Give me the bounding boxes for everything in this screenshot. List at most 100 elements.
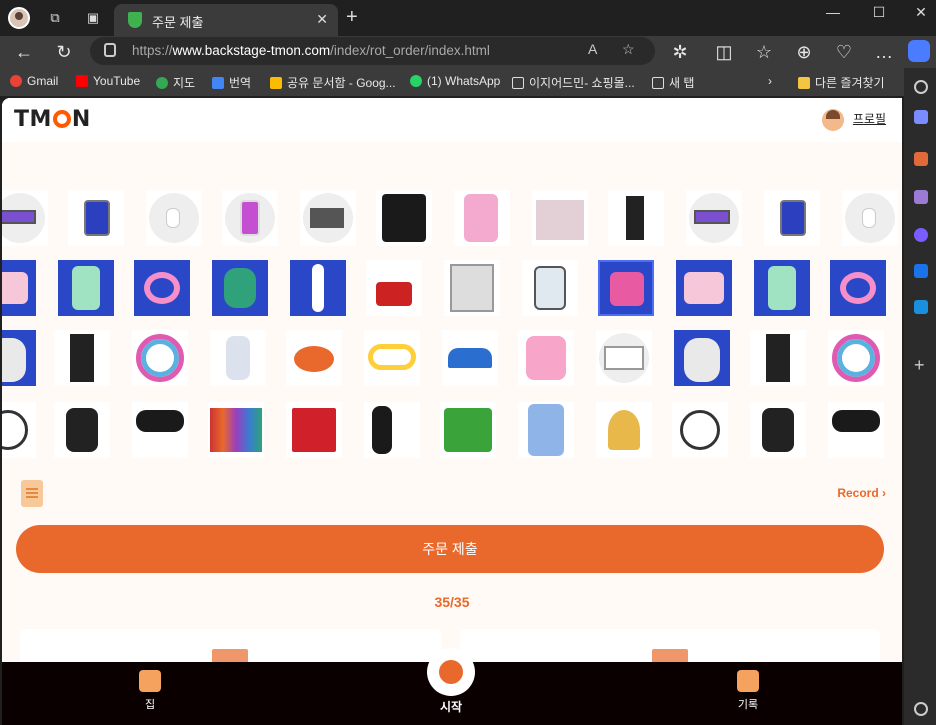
product-phone-case[interactable]: [518, 402, 574, 458]
user-avatar-icon[interactable]: [822, 109, 844, 131]
product-sensory-toy[interactable]: [596, 402, 652, 458]
vertical-tabs-icon[interactable]: ▣: [84, 9, 102, 27]
product-storage-box[interactable]: [532, 190, 588, 246]
nav-history[interactable]: 기록: [718, 670, 778, 712]
tag-icon[interactable]: [914, 110, 928, 124]
product-ice-maker[interactable]: [376, 190, 432, 246]
product-earbuds[interactable]: [146, 190, 202, 246]
product-crab-toy[interactable]: [286, 330, 342, 386]
product-plush-box[interactable]: [440, 402, 496, 458]
heart-pulse-icon[interactable]: ♡: [832, 40, 856, 64]
product-toy-phone[interactable]: [58, 260, 114, 316]
bookmark-other-favorites[interactable]: 다른 즐겨찾기: [798, 74, 885, 91]
product-owl-backpack[interactable]: [212, 260, 268, 316]
submit-order-button[interactable]: 주문 제출: [16, 525, 884, 573]
settings-gear-icon[interactable]: [914, 702, 928, 716]
extensions-icon[interactable]: ✲: [668, 40, 692, 64]
product-tablet-stand[interactable]: [300, 190, 356, 246]
minimize-button[interactable]: —: [818, 4, 848, 20]
product-toy-phone[interactable]: [754, 260, 810, 316]
product-hair-dryer[interactable]: [132, 402, 188, 458]
product-koala-plush[interactable]: [674, 330, 730, 386]
product-steam-iron[interactable]: [442, 330, 498, 386]
profile-link[interactable]: 프로필: [853, 110, 886, 127]
close-tab-icon[interactable]: ✕: [316, 11, 328, 28]
bookmark-drive[interactable]: 공유 문서함 - Goog...: [270, 74, 396, 91]
product-baby-ball[interactable]: [132, 330, 188, 386]
bookmark-translate[interactable]: 번역: [212, 74, 251, 91]
search-icon[interactable]: [914, 80, 928, 94]
browser-tab[interactable]: 주문 제출 ✕: [114, 4, 338, 36]
product-hydration-pack[interactable]: [290, 260, 346, 316]
product-phone[interactable]: [222, 190, 278, 246]
nav-history-label: 기록: [737, 699, 759, 711]
product-air-fryer[interactable]: [54, 402, 110, 458]
product-tv[interactable]: [596, 330, 652, 386]
product-kettle[interactable]: [522, 260, 578, 316]
back-arrow-icon[interactable]: ←: [12, 40, 36, 64]
product-cat-headphones[interactable]: [134, 260, 190, 316]
copilot-sidebar-icon[interactable]: [914, 228, 928, 242]
favorite-star-icon[interactable]: ☆: [622, 41, 635, 58]
read-aloud-icon[interactable]: A: [588, 41, 597, 57]
product-desktop-pc[interactable]: [54, 330, 110, 386]
product-guitar[interactable]: [364, 402, 420, 458]
reload-icon[interactable]: ↻: [52, 40, 76, 64]
close-window-button[interactable]: ✕: [906, 4, 936, 21]
product-baby-bouncer[interactable]: [672, 402, 728, 458]
briefcase-icon[interactable]: [914, 152, 928, 166]
product-desktop-pc[interactable]: [750, 330, 806, 386]
add-icon[interactable]: +: [914, 356, 928, 374]
more-menu-icon[interactable]: …: [872, 40, 896, 64]
collections-icon[interactable]: ⊕: [792, 40, 816, 64]
product-kids-toy[interactable]: [598, 260, 654, 316]
bookmarks-overflow-chevron-icon[interactable]: ›: [768, 74, 772, 88]
workspaces-icon[interactable]: ⧉: [46, 9, 64, 27]
address-bar[interactable]: https://www.backstage-tmon.com/index/rot…: [90, 37, 655, 65]
games-icon[interactable]: [914, 190, 928, 204]
product-koala-plush[interactable]: [2, 330, 36, 386]
bookmark-gmail[interactable]: Gmail: [10, 74, 58, 88]
product-desktop-pc[interactable]: [608, 190, 664, 246]
copilot-icon[interactable]: [908, 40, 930, 62]
product-laptop[interactable]: [2, 190, 48, 246]
bookmark-youtube[interactable]: YouTube: [76, 74, 140, 88]
product-cat-headphones[interactable]: [830, 260, 886, 316]
tmon-logo[interactable]: TM N: [14, 107, 91, 132]
favorites-icon[interactable]: ☆: [752, 40, 776, 64]
product-baby-ball[interactable]: [828, 330, 884, 386]
split-screen-icon[interactable]: ◫: [712, 40, 736, 64]
nav-home[interactable]: 집: [120, 670, 180, 712]
product-tablet[interactable]: [764, 190, 820, 246]
product-baby-cup[interactable]: [210, 330, 266, 386]
product-lunchbox[interactable]: [676, 260, 732, 316]
product-teether[interactable]: [364, 330, 420, 386]
profile-avatar-icon[interactable]: [8, 7, 30, 29]
bookmark-whatsapp[interactable]: (1) WhatsApp: [410, 74, 500, 88]
bookmark-newtab[interactable]: 새 탭: [652, 74, 694, 91]
document-icon[interactable]: [21, 480, 43, 507]
product-hair-dryer[interactable]: [828, 402, 884, 458]
product-laptop[interactable]: [686, 190, 742, 246]
product-mop-bucket[interactable]: [366, 260, 422, 316]
product-baby-bouncer[interactable]: [2, 402, 36, 458]
product-lunchbox[interactable]: [2, 260, 36, 316]
bookmark-maps[interactable]: 지도: [156, 74, 195, 91]
product-air-fryer[interactable]: [750, 402, 806, 458]
bookmark-ezadmin[interactable]: 이지어드민- 쇼핑몰...: [512, 74, 635, 91]
maximize-button[interactable]: ☐: [864, 4, 894, 21]
start-button[interactable]: [427, 648, 475, 696]
outlook-icon[interactable]: [914, 264, 928, 278]
product-game-console[interactable]: [286, 402, 342, 458]
product-hair-dryer-pink[interactable]: [454, 190, 510, 246]
product-toy-set-pink[interactable]: [518, 330, 574, 386]
record-link[interactable]: Record ›: [837, 486, 886, 500]
new-tab-button[interactable]: +: [346, 6, 358, 29]
product-scale[interactable]: [444, 260, 500, 316]
send-icon[interactable]: [914, 300, 928, 314]
product-nail-polish-set[interactable]: [208, 402, 264, 458]
order-counter: 35/35: [434, 594, 470, 610]
url-text[interactable]: https://www.backstage-tmon.com/index/rot…: [132, 43, 490, 58]
product-tablet[interactable]: [68, 190, 124, 246]
product-earbuds[interactable]: [842, 190, 898, 246]
